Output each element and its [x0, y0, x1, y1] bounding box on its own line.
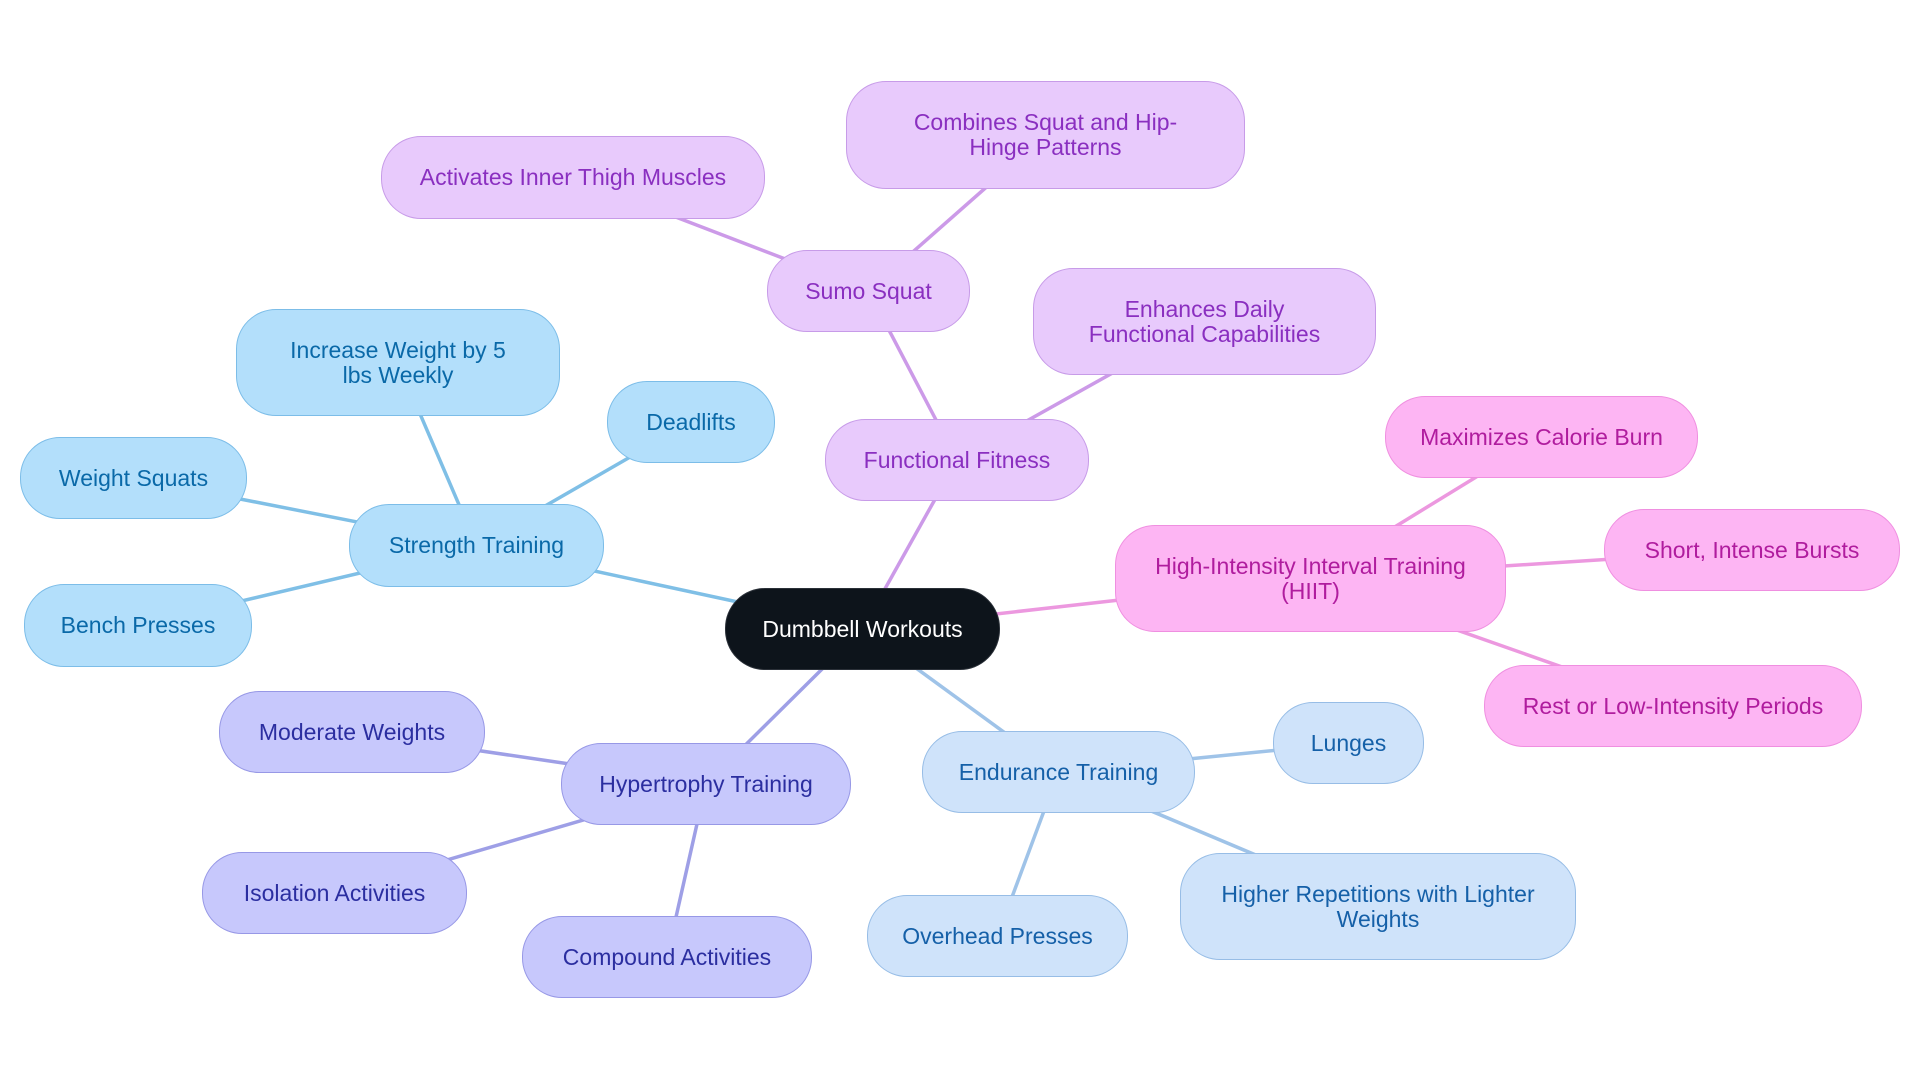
node-strength-training[interactable]: Strength Training [349, 504, 604, 587]
node-moderate-weights[interactable]: Moderate Weights [219, 691, 485, 773]
node-weight-squats[interactable]: Weight Squats [20, 437, 247, 519]
node-label: Strength Training [388, 532, 565, 558]
node-increase-weight[interactable]: Increase Weight by 5 lbs Weekly [236, 309, 560, 416]
node-maximizes-calorie-burn[interactable]: Maximizes Calorie Burn [1385, 396, 1698, 478]
node-label: Overhead Presses [902, 922, 1093, 949]
node-label: Isolation Activities [243, 879, 426, 906]
node-enhances-daily-functional[interactable]: Enhances Daily Functional Capabilities [1033, 268, 1376, 375]
node-label: Rest or Low-Intensity Periods [1522, 692, 1824, 719]
node-label: Activates Inner Thigh Muscles [419, 164, 727, 190]
node-label: Deadlifts [646, 408, 736, 435]
node-combines-squat-hip-hinge[interactable]: Combines Squat and Hip-Hinge Patterns [846, 81, 1245, 189]
node-label: Enhances Daily Functional Capabilities [1088, 295, 1321, 347]
node-lunges[interactable]: Lunges [1273, 702, 1424, 784]
node-rest-low-intensity[interactable]: Rest or Low-Intensity Periods [1484, 665, 1862, 747]
node-higher-repetitions[interactable]: Higher Repetitions with Lighter Weights [1180, 853, 1576, 960]
node-label: Compound Activities [562, 943, 772, 970]
node-label: Short, Intense Bursts [1644, 536, 1860, 563]
node-activates-inner-thigh[interactable]: Activates Inner Thigh Muscles [381, 136, 765, 219]
node-label: Hypertrophy Training [599, 770, 813, 797]
node-label: Endurance Training [958, 758, 1159, 785]
node-functional-fitness[interactable]: Functional Fitness [825, 419, 1089, 501]
node-hypertrophy-training[interactable]: Hypertrophy Training [561, 743, 851, 825]
node-label: Sumo Squat [805, 277, 932, 304]
node-label: Combines Squat and Hip-Hinge Patterns [913, 109, 1178, 160]
node-label: Increase Weight by 5 lbs Weekly [290, 336, 506, 388]
node-label: Moderate Weights [258, 718, 446, 745]
node-short-intense-bursts[interactable]: Short, Intense Bursts [1604, 509, 1900, 591]
node-sumo-squat[interactable]: Sumo Squat [767, 250, 970, 332]
node-label: Maximizes Calorie Burn [1420, 423, 1663, 450]
node-label: Bench Presses [60, 612, 216, 638]
node-bench-presses[interactable]: Bench Presses [24, 584, 252, 667]
node-label: High-Intensity Interval Training (HIIT) [1155, 552, 1466, 604]
node-overhead-presses[interactable]: Overhead Presses [867, 895, 1128, 977]
node-label: Weight Squats [58, 464, 209, 491]
node-deadlifts[interactable]: Deadlifts [607, 381, 775, 463]
node-label: Lunges [1310, 729, 1387, 756]
node-hiit[interactable]: High-Intensity Interval Training (HIIT) [1115, 525, 1506, 632]
node-label: Higher Repetitions with Lighter Weights [1221, 880, 1535, 932]
node-isolation-activities[interactable]: Isolation Activities [202, 852, 467, 934]
root-node-dumbbell-workouts[interactable]: Dumbbell Workouts [725, 588, 1000, 670]
node-label: Functional Fitness [863, 446, 1051, 473]
node-compound-activities[interactable]: Compound Activities [522, 916, 812, 998]
node-label: Dumbbell Workouts [762, 615, 963, 642]
node-endurance-training[interactable]: Endurance Training [922, 731, 1195, 813]
